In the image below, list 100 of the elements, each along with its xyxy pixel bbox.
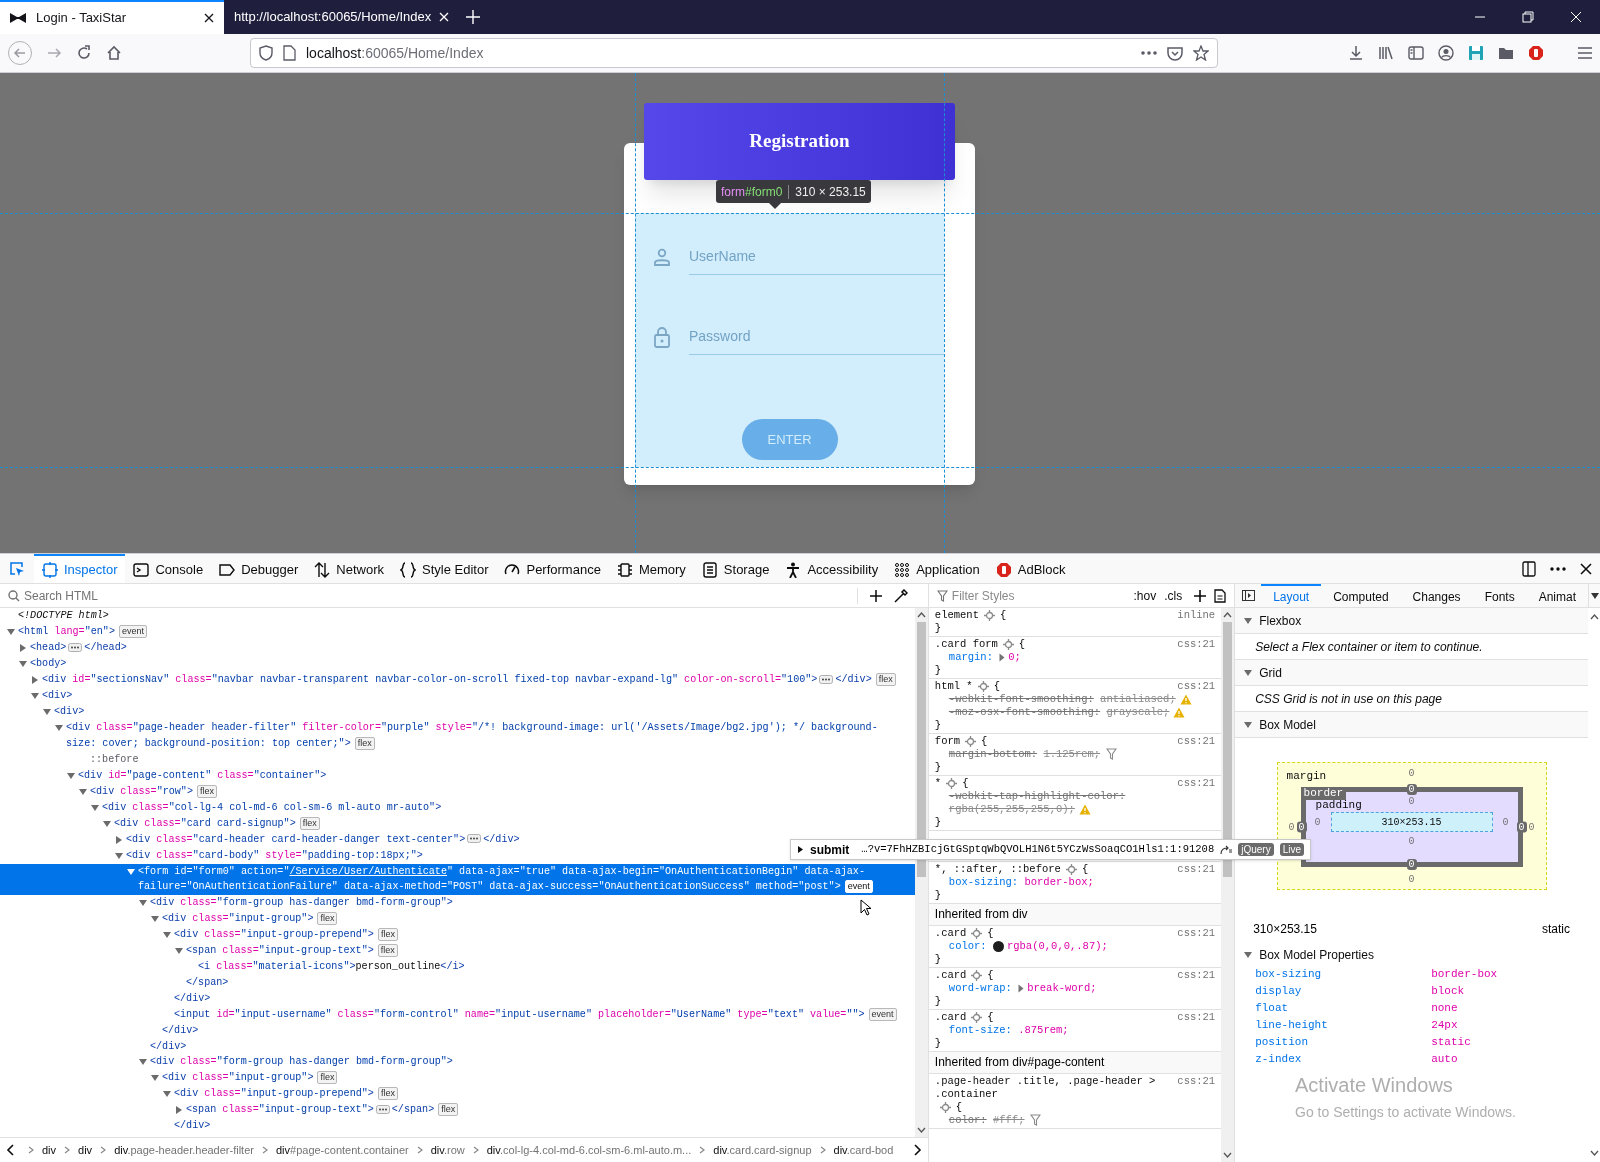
scroll-down-icon[interactable] (916, 1127, 926, 1133)
tree-row[interactable]: <div class="form-group has-danger bmd-form-group"> (0, 895, 461, 912)
pick-element-icon[interactable] (9, 560, 25, 577)
tree-row[interactable]: <div class="input-group"> flex (0, 1070, 346, 1087)
sidebar-toggle-icon[interactable] (1241, 590, 1255, 601)
scroll-up-icon[interactable] (1589, 614, 1599, 620)
gear-icon[interactable] (971, 969, 983, 981)
sidebar-tab[interactable]: Computed (1321, 584, 1401, 607)
gear-icon[interactable] (971, 927, 983, 939)
collapse-triangle-icon[interactable] (102, 818, 112, 829)
menu-icon[interactable] (1578, 47, 1592, 59)
source-link[interactable]: css:21 (1177, 735, 1216, 748)
collapse-triangle-icon[interactable] (78, 786, 88, 797)
tree-row[interactable]: <div> (0, 704, 93, 720)
collapse-triangle-icon[interactable] (1243, 950, 1254, 960)
markup-link[interactable]: /Service/User/Authenticate (289, 865, 447, 877)
devtools-tab[interactable]: Application (886, 554, 988, 583)
gear-icon[interactable] (939, 1101, 951, 1113)
close-icon[interactable] (1580, 562, 1592, 575)
ellipsis-icon[interactable] (68, 642, 83, 652)
gear-icon[interactable] (983, 609, 995, 621)
document-icon[interactable] (1214, 588, 1227, 603)
collapse-triangle-icon[interactable] (1243, 719, 1254, 730)
breadcrumb-item[interactable]: div.page-header.header-filter (114, 1141, 254, 1159)
collapse-triangle-icon[interactable] (1243, 667, 1254, 678)
section-header[interactable]: Flexbox (1235, 608, 1588, 634)
source-link[interactable]: css:21 (1177, 638, 1216, 651)
scroll-down-icon[interactable] (1589, 1150, 1599, 1156)
tree-row[interactable]: <div class="form-group has-danger bmd-form-group"> (0, 1054, 461, 1071)
scroll-left-icon[interactable] (6, 1144, 14, 1156)
tree-row[interactable]: <div class="input-group-prepend"> flex (0, 1086, 406, 1103)
gear-icon[interactable] (946, 777, 958, 789)
new-tab-plus-icon[interactable] (466, 10, 480, 24)
tree-row[interactable]: <div> (0, 688, 81, 704)
devtools-tab[interactable]: Debugger (211, 554, 307, 583)
tree-row[interactable]: <div class="row"> flex (0, 783, 225, 800)
devtools-tab[interactable]: Style Editor (392, 554, 497, 583)
scroll-up-icon[interactable] (1223, 612, 1233, 618)
account-icon[interactable] (1438, 45, 1454, 61)
tree-row[interactable]: <span class="input-group-text"> </span> flex (0, 1102, 467, 1119)
ellipsis-icon[interactable] (375, 1105, 390, 1115)
folder-icon[interactable] (1498, 45, 1514, 61)
gear-icon[interactable] (977, 680, 989, 692)
ellipsis-icon[interactable] (467, 834, 482, 844)
scroll-down-icon[interactable] (1223, 1152, 1233, 1158)
scroll-up-icon[interactable] (916, 612, 926, 618)
section-header[interactable]: Box Model (1235, 712, 1588, 738)
browser-tab[interactable]: Login - TaxiStar (0, 0, 224, 34)
tree-row[interactable]: <div id="sectionsNav" class="navbar navbar-transparent navbar-color-on-scroll fixed-top navbar-expand-lg" color-on-scroll="100"> </div> flex (0, 672, 904, 688)
gear-icon[interactable] (1065, 863, 1077, 875)
breadcrumb-item[interactable]: div.card-bod (833, 1141, 894, 1159)
breadcrumb-item[interactable]: div (42, 1141, 57, 1159)
devtools-tab[interactable]: Storage (693, 554, 778, 583)
tree-row[interactable]: <div class="col-lg-4 col-md-6 col-sm-6 ml-auto mr-auto"> (0, 799, 450, 816)
tree-row[interactable]: <!DOCTYPE html> (0, 608, 117, 624)
tree-row[interactable]: <i class="material-icons">person_outline</i> (0, 959, 473, 976)
tree-row[interactable]: <div id="page-content" class="container"> (0, 767, 335, 784)
breadcrumb-item[interactable]: div#page-content.container (275, 1141, 409, 1159)
download-icon[interactable] (1348, 45, 1364, 61)
sidebar-tab[interactable]: Changes (1400, 584, 1473, 607)
sidebar-tab[interactable]: Fonts (1472, 584, 1527, 607)
tree-row[interactable]: <div class="card-body" style="padding-top:18px;"> (0, 847, 431, 864)
section-header[interactable]: Grid (1235, 660, 1588, 686)
filter-icon[interactable] (1106, 748, 1118, 761)
browser-tab[interactable]: http://localhost:60065/Home/Index (224, 0, 452, 34)
collapse-triangle-icon[interactable] (30, 691, 40, 701)
reload-icon[interactable] (76, 45, 92, 61)
scroll-right-icon[interactable] (913, 1144, 922, 1156)
tree-row[interactable]: ::before (0, 751, 147, 768)
jump-to-source-icon[interactable] (1220, 844, 1233, 855)
filter-styles-field[interactable]: Filter Styles (951, 586, 1072, 605)
home-icon[interactable] (106, 45, 122, 61)
tree-row[interactable]: <html lang="en"> event (0, 624, 155, 640)
sidebar-tab[interactable]: Animat (1526, 584, 1588, 607)
event-source[interactable]: …?v=7FhHZBIcjGtGSptqWbQVOLH1N6t5YCzWsSoaqCO1Hls1:1:91208 (861, 841, 1215, 858)
source-link[interactable]: css:21 (1177, 927, 1216, 940)
collapse-triangle-icon[interactable] (54, 723, 64, 733)
tree-row[interactable]: <div class="input-group-prepend"> flex (0, 927, 406, 944)
dropdown-caret-icon[interactable] (1590, 592, 1599, 599)
source-link[interactable]: css:21 (1177, 1075, 1216, 1114)
tree-row[interactable]: <head> </head> (0, 640, 135, 656)
collapse-triangle-icon[interactable] (90, 802, 100, 813)
star-icon[interactable] (1193, 45, 1209, 61)
devtools-tab[interactable]: Console (125, 554, 212, 583)
breadcrumb-item[interactable]: div.col-lg-4.col-md-6.col-sm-6.ml-auto.m... (486, 1141, 692, 1159)
devtools-tab[interactable]: Memory (608, 554, 694, 583)
source-link[interactable]: css:21 (1177, 969, 1216, 982)
devtools-tab[interactable]: Performance (496, 554, 609, 583)
library-icon[interactable] (1378, 45, 1394, 61)
breadcrumb-item[interactable]: div.card.card-signup (713, 1141, 812, 1159)
breadcrumb-item[interactable]: div.row (430, 1141, 465, 1159)
address-bar[interactable]: localhost:60065/Home/Index (250, 38, 1218, 68)
source-link[interactable]: css:21 (1177, 863, 1216, 876)
collapse-triangle-icon[interactable] (66, 770, 76, 781)
plus-icon[interactable] (1194, 589, 1207, 602)
devtools-tab[interactable]: Accessibility (777, 554, 887, 583)
tree-row[interactable]: <input id="input-username" class="form-control" name="input-username" placeholder="UserName" type="text" value=""> event (0, 1006, 905, 1023)
plus-icon[interactable] (869, 589, 882, 602)
devtools-tab[interactable]: Inspector (34, 554, 126, 583)
toggle-button[interactable]: .cls (1164, 586, 1183, 605)
